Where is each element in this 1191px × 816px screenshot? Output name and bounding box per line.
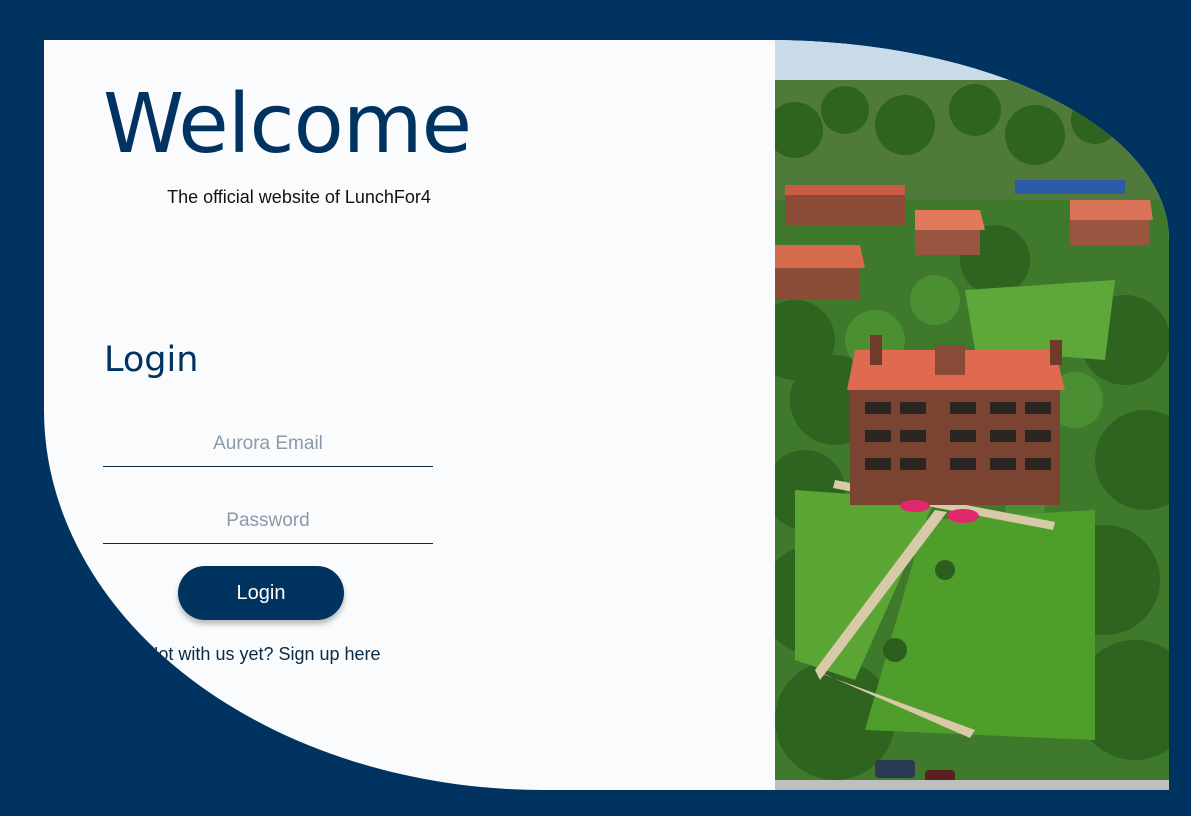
welcome-title: Welcome	[103, 77, 472, 172]
login-button[interactable]: Login	[178, 566, 344, 620]
login-card: Welcome The official website of LunchFor…	[44, 40, 1169, 790]
password-field[interactable]	[103, 499, 433, 544]
signup-link[interactable]: Not with us yet? Sign up here	[103, 644, 423, 665]
email-field[interactable]	[103, 422, 433, 467]
login-heading: Login	[104, 340, 199, 380]
site-subtitle: The official website of LunchFor4	[167, 187, 431, 207]
campus-aerial-photo	[775, 40, 1169, 790]
